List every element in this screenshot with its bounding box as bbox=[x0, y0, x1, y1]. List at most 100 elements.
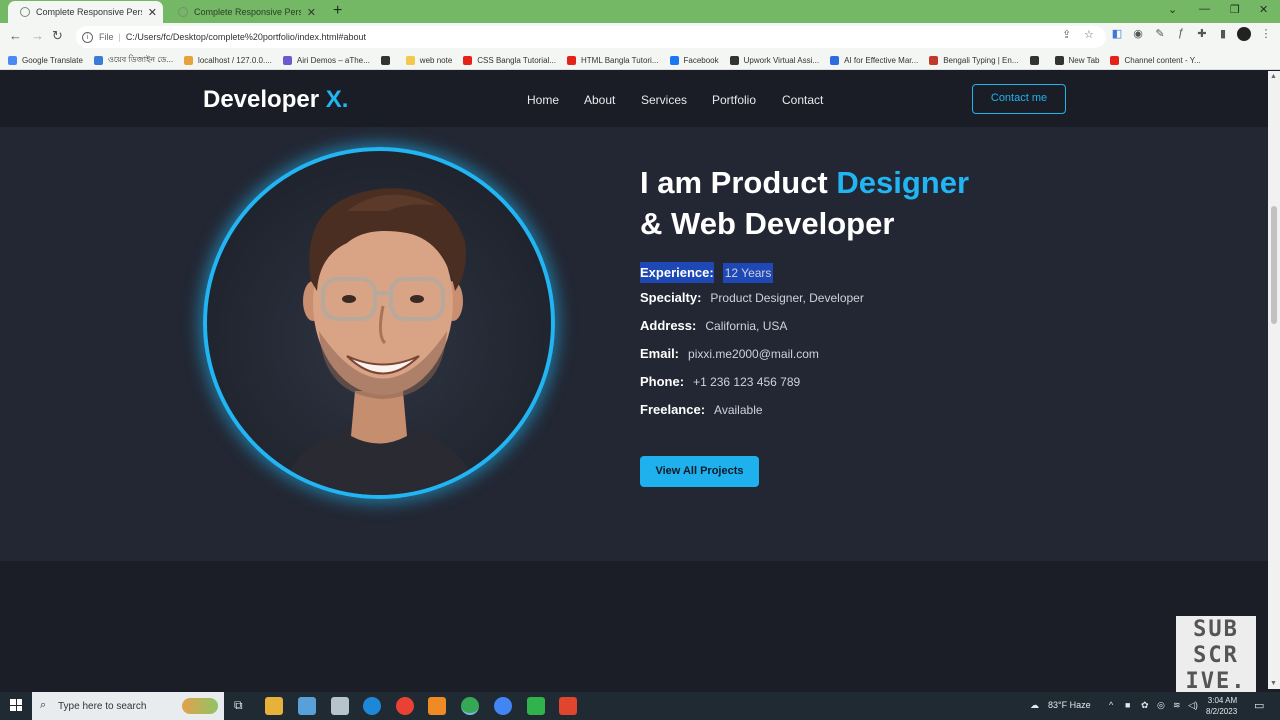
tab-close-icon[interactable]: ✕ bbox=[148, 6, 157, 19]
bookmark-star-icon[interactable]: ☆ bbox=[1084, 28, 1094, 41]
browser-tab-active[interactable]: Complete Responsive Personal P ✕ bbox=[8, 1, 163, 23]
profile-avatar[interactable] bbox=[1237, 27, 1251, 41]
bookmark-item[interactable]: CSS Bangla Tutorial... bbox=[463, 55, 556, 65]
info-row-specialty: Specialty: Product Designer, Developer bbox=[640, 290, 864, 305]
nav-link-about[interactable]: About bbox=[584, 93, 615, 107]
tray-app-icon[interactable]: ✿ bbox=[1141, 700, 1149, 711]
subscribe-watermark: SUB SCR IVE. bbox=[1176, 616, 1256, 694]
windows-start-icon[interactable] bbox=[10, 699, 22, 711]
bookmark-item[interactable]: Bengali Typing | En... bbox=[929, 55, 1019, 65]
portfolio-page: Developer X. Home About Services Portfol… bbox=[0, 71, 1268, 689]
nav-link-portfolio[interactable]: Portfolio bbox=[712, 93, 756, 107]
bookmark-label: Google Translate bbox=[22, 55, 83, 65]
site-info-icon[interactable]: i bbox=[82, 31, 93, 43]
bookmark-favicon-icon bbox=[184, 55, 194, 65]
bookmark-item[interactable]: New Tab bbox=[1054, 55, 1100, 65]
task-view-icon[interactable]: ⧉ bbox=[234, 698, 243, 713]
chrome-profile-2-icon[interactable] bbox=[494, 697, 512, 715]
headline-accent: Designer bbox=[836, 165, 970, 200]
bookmark-label: Channel content - Y... bbox=[1124, 55, 1201, 65]
bookmark-item[interactable]: Upwork Virtual Assi... bbox=[729, 55, 819, 65]
headline-line2: & Web Developer bbox=[640, 206, 895, 241]
page-scrollbar[interactable]: ▲ ▼ bbox=[1268, 71, 1280, 689]
chrome-icon[interactable] bbox=[396, 697, 414, 715]
site-logo[interactable]: Developer X. bbox=[203, 86, 348, 114]
bookmark-item[interactable]: localhost / 127.0.0.... bbox=[184, 55, 272, 65]
bookmark-label: Bengali Typing | En... bbox=[943, 55, 1019, 65]
bookmark-item[interactable] bbox=[380, 55, 395, 65]
scroll-down-icon[interactable]: ▼ bbox=[1270, 680, 1277, 687]
bookmark-item[interactable]: AI for Effective Mar... bbox=[830, 55, 918, 65]
tab-search-icon[interactable]: ⌄ bbox=[1168, 3, 1177, 16]
notifications-icon[interactable]: ▭ bbox=[1254, 699, 1264, 712]
search-icon: ⌕ bbox=[40, 699, 47, 711]
view-all-projects-button[interactable]: View All Projects bbox=[640, 456, 759, 487]
bookmark-label: Airi Demos – aThe... bbox=[296, 55, 370, 65]
bookmark-favicon-icon bbox=[8, 55, 17, 65]
site-header: Developer X. Home About Services Portfol… bbox=[0, 71, 1268, 127]
camera-extension-icon[interactable]: ◉ bbox=[1131, 27, 1145, 41]
bookmark-item[interactable]: Airi Demos – aThe... bbox=[282, 55, 370, 65]
address-separator: | bbox=[118, 32, 121, 42]
tray-app-icon[interactable]: ■ bbox=[1125, 700, 1130, 710]
nav-link-services[interactable]: Services bbox=[641, 93, 687, 107]
font-extension-icon[interactable]: ƒ bbox=[1174, 27, 1188, 41]
bookmark-item[interactable]: ওয়েব ডিজাইন ডে... bbox=[93, 54, 173, 67]
about-section: I am Product Designer & Web Developer Ex… bbox=[0, 127, 1268, 561]
info-label: Freelance: bbox=[640, 402, 706, 417]
info-label: Phone: bbox=[640, 374, 685, 389]
weather-text[interactable]: 83°F Haze bbox=[1048, 700, 1091, 710]
minimize-icon[interactable]: — bbox=[1199, 3, 1210, 15]
bookmark-item[interactable] bbox=[1029, 55, 1044, 65]
bookmark-label: HTML Bangla Tutori... bbox=[580, 55, 659, 65]
camtasia-icon[interactable] bbox=[527, 697, 545, 715]
logo-accent: X. bbox=[325, 86, 349, 113]
back-icon[interactable]: ← bbox=[9, 28, 22, 43]
address-url: C:/Users/fc/Desktop/complete%20portfolio… bbox=[125, 32, 366, 42]
sidebar-icon[interactable]: ▮ bbox=[1216, 27, 1230, 41]
translate-extension-icon[interactable]: ◧ bbox=[1110, 27, 1124, 41]
bookmark-item[interactable]: web note bbox=[405, 55, 452, 65]
info-value: +1 236 123 456 789 bbox=[693, 374, 801, 389]
tray-app-icon[interactable]: ◎ bbox=[1157, 700, 1165, 711]
tab-close-icon[interactable]: ✕ bbox=[307, 6, 316, 19]
sublime-text-icon[interactable] bbox=[428, 697, 446, 715]
reload-icon[interactable]: ↻ bbox=[52, 28, 63, 44]
taskbar-clock[interactable]: 3:04 AM 8/2/2023 bbox=[1206, 695, 1237, 717]
info-value: Available bbox=[714, 402, 763, 417]
file-explorer-icon[interactable] bbox=[265, 697, 283, 715]
forward-icon[interactable]: → bbox=[31, 28, 44, 43]
bookmark-label: New Tab bbox=[1068, 55, 1100, 65]
browser-tab[interactable]: Complete Responsive Personal P ✕ bbox=[166, 1, 322, 23]
address-bar[interactable]: i File | C:/Users/fc/Desktop/complete%20… bbox=[76, 26, 1106, 48]
extension-icon[interactable]: ✎ bbox=[1153, 27, 1167, 41]
contact-me-button[interactable]: Contact me bbox=[972, 84, 1066, 114]
bookmark-favicon-icon bbox=[566, 55, 576, 65]
chrome-profile-icon[interactable] bbox=[461, 697, 479, 715]
notepad-icon[interactable] bbox=[298, 697, 316, 715]
extensions-puzzle-icon[interactable]: ✚ bbox=[1195, 27, 1209, 41]
wifi-icon[interactable]: ≋ bbox=[1173, 700, 1181, 711]
nav-link-home[interactable]: Home bbox=[527, 93, 559, 107]
taskbar-search-box[interactable]: ⌕ Type here to search bbox=[32, 692, 224, 720]
recorder-icon[interactable] bbox=[559, 697, 577, 715]
bookmark-item[interactable]: Google Translate bbox=[8, 55, 83, 65]
browser-menu-icon[interactable]: ⋮ bbox=[1259, 27, 1273, 41]
subscribe-line: SUB bbox=[1193, 617, 1239, 642]
bookmark-item[interactable]: Channel content - Y... bbox=[1110, 55, 1201, 65]
tray-expand-icon[interactable]: ^ bbox=[1109, 700, 1113, 710]
close-window-icon[interactable]: ✕ bbox=[1259, 3, 1268, 16]
bookmark-item[interactable]: Facebook bbox=[669, 55, 719, 65]
edge-icon[interactable] bbox=[363, 697, 381, 715]
app-icon[interactable] bbox=[331, 697, 349, 715]
weather-icon[interactable]: ☁ bbox=[1030, 700, 1039, 711]
scrollbar-thumb[interactable] bbox=[1271, 206, 1277, 324]
new-tab-icon[interactable]: + bbox=[333, 2, 342, 20]
restore-icon[interactable]: ❐ bbox=[1230, 3, 1240, 16]
bookmark-item[interactable]: HTML Bangla Tutori... bbox=[566, 55, 659, 65]
scroll-up-icon[interactable]: ▲ bbox=[1270, 73, 1277, 80]
nav-link-contact[interactable]: Contact bbox=[782, 93, 823, 107]
volume-icon[interactable]: ◁) bbox=[1188, 700, 1198, 711]
share-icon[interactable]: ⇪ bbox=[1062, 28, 1071, 41]
headline-part1: I am Product bbox=[640, 165, 837, 200]
